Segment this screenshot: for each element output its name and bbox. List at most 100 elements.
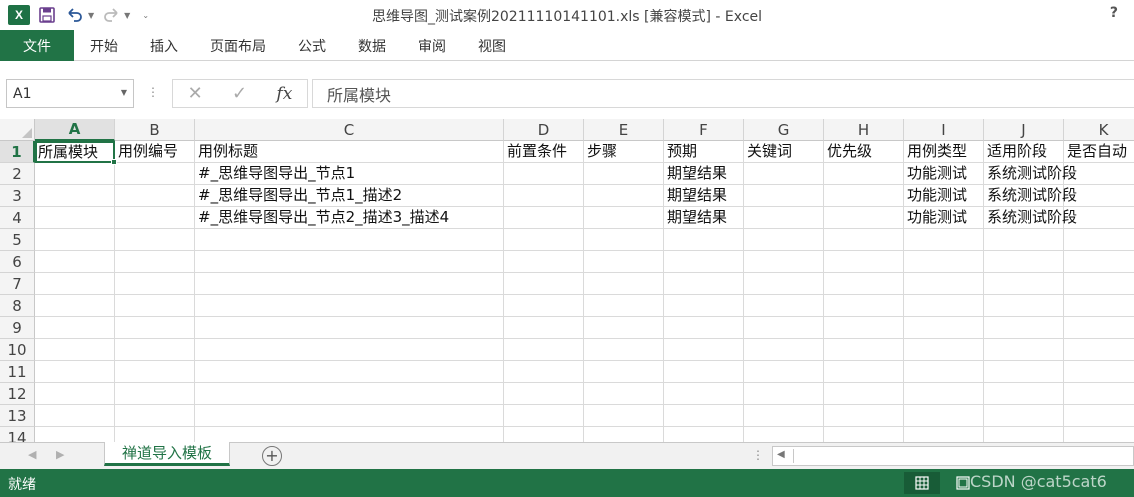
cell-i2[interactable]: 功能测试	[904, 163, 984, 185]
cell-e8[interactable]	[584, 295, 664, 317]
cell-h14[interactable]	[824, 427, 904, 442]
cell-f10[interactable]	[664, 339, 744, 361]
cell-f2[interactable]: 期望结果	[664, 163, 744, 185]
cell-b12[interactable]	[115, 383, 195, 405]
tab-file[interactable]: 文件	[0, 30, 74, 61]
cell-e6[interactable]	[584, 251, 664, 273]
cell-b3[interactable]	[115, 185, 195, 207]
cell-h1[interactable]: 优先级	[824, 141, 904, 163]
cell-j8[interactable]	[984, 295, 1064, 317]
cell-e4[interactable]	[584, 207, 664, 229]
cell-b5[interactable]	[115, 229, 195, 251]
help-button[interactable]: ?	[1110, 5, 1118, 21]
cell-d3[interactable]	[504, 185, 584, 207]
cell-f3[interactable]: 期望结果	[664, 185, 744, 207]
column-header-f[interactable]: F	[664, 119, 744, 141]
row-header-8[interactable]: 8	[0, 295, 35, 317]
column-header-k[interactable]: K	[1064, 119, 1134, 141]
name-box[interactable]: A1 ▼	[6, 79, 134, 108]
scroll-thumb[interactable]	[793, 449, 1133, 463]
cell-e5[interactable]	[584, 229, 664, 251]
row-header-5[interactable]: 5	[0, 229, 35, 251]
cell-c14[interactable]	[195, 427, 504, 442]
cell-j14[interactable]	[984, 427, 1064, 442]
row-header-13[interactable]: 13	[0, 405, 35, 427]
column-header-d[interactable]: D	[504, 119, 584, 141]
cell-h2[interactable]	[824, 163, 904, 185]
cell-f4[interactable]: 期望结果	[664, 207, 744, 229]
cell-b4[interactable]	[115, 207, 195, 229]
cell-g13[interactable]	[744, 405, 824, 427]
cell-a12[interactable]	[35, 383, 115, 405]
cell-k7[interactable]	[1064, 273, 1134, 295]
cell-d12[interactable]	[504, 383, 584, 405]
cell-d1[interactable]: 前置条件	[504, 141, 584, 163]
cell-d6[interactable]	[504, 251, 584, 273]
cell-b9[interactable]	[115, 317, 195, 339]
column-header-b[interactable]: B	[115, 119, 195, 141]
row-header-7[interactable]: 7	[0, 273, 35, 295]
cell-d2[interactable]	[504, 163, 584, 185]
cell-e12[interactable]	[584, 383, 664, 405]
tab-split-grip-icon[interactable]: ⋮	[752, 448, 764, 462]
cell-h6[interactable]	[824, 251, 904, 273]
tab-home[interactable]: 开始	[74, 30, 134, 61]
fill-handle[interactable]	[111, 159, 117, 165]
tab-review[interactable]: 审阅	[402, 30, 462, 61]
cell-k10[interactable]	[1064, 339, 1134, 361]
cell-i13[interactable]	[904, 405, 984, 427]
cell-d7[interactable]	[504, 273, 584, 295]
cell-h10[interactable]	[824, 339, 904, 361]
cell-a9[interactable]	[35, 317, 115, 339]
cell-j2[interactable]: 系统测试阶段	[984, 163, 1077, 185]
cell-e7[interactable]	[584, 273, 664, 295]
cell-b14[interactable]	[115, 427, 195, 442]
row-header-11[interactable]: 11	[0, 361, 35, 383]
cell-f1[interactable]: 预期	[664, 141, 744, 163]
cell-e9[interactable]	[584, 317, 664, 339]
cell-i3[interactable]: 功能测试	[904, 185, 984, 207]
cell-d5[interactable]	[504, 229, 584, 251]
cell-a8[interactable]	[35, 295, 115, 317]
cell-i14[interactable]	[904, 427, 984, 442]
cell-a3[interactable]	[35, 185, 115, 207]
cell-e2[interactable]	[584, 163, 664, 185]
cell-j4[interactable]: 系统测试阶段	[984, 207, 1077, 229]
cell-d8[interactable]	[504, 295, 584, 317]
cell-k5[interactable]	[1064, 229, 1134, 251]
cell-k9[interactable]	[1064, 317, 1134, 339]
tab-data[interactable]: 数据	[342, 30, 402, 61]
horizontal-scrollbar[interactable]: ◀	[772, 446, 1134, 466]
cell-h8[interactable]	[824, 295, 904, 317]
cell-g2[interactable]	[744, 163, 824, 185]
cell-b2[interactable]	[115, 163, 195, 185]
scroll-left-icon[interactable]: ◀	[777, 449, 785, 460]
cell-i10[interactable]	[904, 339, 984, 361]
cell-h5[interactable]	[824, 229, 904, 251]
cell-a11[interactable]	[35, 361, 115, 383]
cell-a1[interactable]: 所属模块	[35, 141, 115, 163]
cell-f7[interactable]	[664, 273, 744, 295]
cell-c13[interactable]	[195, 405, 504, 427]
cell-g6[interactable]	[744, 251, 824, 273]
cell-c5[interactable]	[195, 229, 504, 251]
cell-d11[interactable]	[504, 361, 584, 383]
cell-j5[interactable]	[984, 229, 1064, 251]
cell-g12[interactable]	[744, 383, 824, 405]
cell-f9[interactable]	[664, 317, 744, 339]
cell-c7[interactable]	[195, 273, 504, 295]
cell-f12[interactable]	[664, 383, 744, 405]
cell-i7[interactable]	[904, 273, 984, 295]
cell-i1[interactable]: 用例类型	[904, 141, 984, 163]
sheet-prev-icon[interactable]: ◀	[28, 448, 36, 461]
cell-c4[interactable]: #_思维导图导出_节点2_描述3_描述4	[195, 207, 504, 229]
insert-function-icon[interactable]: fx	[276, 84, 292, 104]
cell-h3[interactable]	[824, 185, 904, 207]
cell-j1[interactable]: 适用阶段	[984, 141, 1064, 163]
normal-view-icon[interactable]	[904, 472, 940, 494]
cell-h13[interactable]	[824, 405, 904, 427]
row-header-14[interactable]: 14	[0, 427, 35, 442]
cell-j9[interactable]	[984, 317, 1064, 339]
cell-b11[interactable]	[115, 361, 195, 383]
row-header-10[interactable]: 10	[0, 339, 35, 361]
